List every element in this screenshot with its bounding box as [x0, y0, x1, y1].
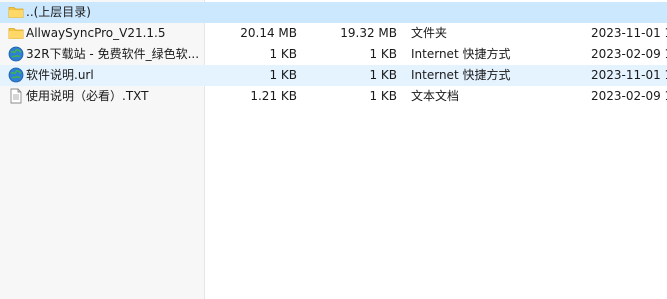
packed-size: 1.21 KB	[250, 89, 297, 103]
file-name: 32R下载站 - 免费软件_绿色软...	[26, 47, 200, 61]
modified-date: 2023-11-01 1	[591, 68, 667, 82]
original-size: 1 KB	[369, 47, 397, 61]
list-item-parent-dir[interactable]: ..(上层目录)	[0, 2, 667, 23]
file-list: ..(上层目录) AllwaySyncPro_V21.1.5 20.14 MB …	[0, 0, 667, 299]
folder-icon	[8, 25, 24, 41]
list-item-text-file[interactable]: 使用说明（必看）.TXT 1.21 KB 1 KB 文本文档 2023-02-0…	[0, 86, 667, 107]
original-size: 1 KB	[369, 89, 397, 103]
original-size: 1 KB	[369, 68, 397, 82]
file-name: 软件说明.url	[26, 68, 94, 82]
packed-size: 20.14 MB	[240, 26, 297, 40]
file-type: 文件夹	[411, 26, 448, 40]
file-type: 文本文档	[411, 89, 460, 103]
internet-shortcut-icon	[8, 46, 24, 62]
packed-size: 1 KB	[269, 47, 297, 61]
list-item-shortcut[interactable]: 32R下载站 - 免费软件_绿色软... 1 KB 1 KB Internet …	[0, 44, 667, 65]
text-file-icon	[8, 88, 24, 104]
list-item-shortcut[interactable]: 软件说明.url 1 KB 1 KB Internet 快捷方式 2023-11…	[0, 65, 667, 86]
internet-shortcut-icon	[8, 67, 24, 83]
modified-date: 2023-02-09 1	[591, 89, 667, 103]
list-item-folder[interactable]: AllwaySyncPro_V21.1.5 20.14 MB 19.32 MB …	[0, 23, 667, 44]
modified-date: 2023-11-01 1	[591, 26, 667, 40]
original-size: 19.32 MB	[340, 26, 397, 40]
file-name: ..(上层目录)	[26, 5, 91, 19]
file-type: Internet 快捷方式	[411, 68, 511, 82]
packed-size: 1 KB	[269, 68, 297, 82]
modified-date: 2023-02-09 1	[591, 47, 667, 61]
file-name: 使用说明（必看）.TXT	[26, 89, 149, 103]
file-type: Internet 快捷方式	[411, 47, 511, 61]
file-name: AllwaySyncPro_V21.1.5	[26, 26, 166, 40]
folder-icon	[8, 4, 24, 20]
